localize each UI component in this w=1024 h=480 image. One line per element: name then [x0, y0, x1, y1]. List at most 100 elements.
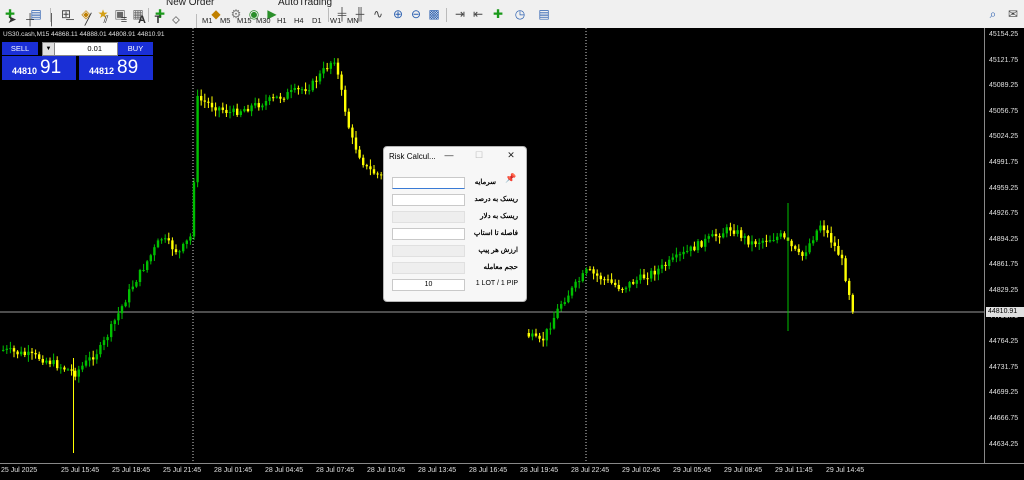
bullish-candle	[99, 344, 102, 355]
price-axis[interactable]: 45154.25 45121.75 45089.25 45056.75 45024.25…	[984, 28, 1024, 463]
bullish-candle	[804, 252, 808, 256]
templates-icon[interactable]: ▤	[536, 6, 552, 22]
vertical-line-icon[interactable]: │	[44, 12, 60, 28]
capital-input[interactable]	[392, 177, 465, 189]
price-tick: 44634.25	[989, 440, 1019, 448]
maximize-icon[interactable]: ☐	[472, 150, 486, 161]
bullish-candle	[9, 348, 12, 350]
label-tool-button[interactable]: T	[150, 12, 166, 28]
bearish-candle	[167, 238, 170, 241]
equidistant-channel-icon[interactable]: ⫽	[98, 12, 114, 28]
price-tick: 44699.25	[989, 389, 1019, 397]
price-tick: 44991.75	[989, 159, 1019, 166]
autoscroll-icon[interactable]: ⇥	[452, 6, 468, 22]
bearish-candle	[837, 245, 840, 255]
pin-icon[interactable]: 📌	[504, 172, 518, 185]
lot-dropdown-icon[interactable]: ▼	[43, 43, 55, 55]
bullish-candle	[639, 274, 642, 281]
timeframe-h1[interactable]: H1	[277, 16, 287, 25]
bullish-candle	[239, 111, 242, 115]
time-axis[interactable]: 25 Jul 2025 25 Jul 15:45 25 Jul 18:45 25 Ju…	[0, 463, 1024, 480]
fibonacci-icon[interactable]: ≡	[116, 12, 132, 28]
bullish-candle	[308, 90, 311, 92]
time-tick: 28 Jul 10:45	[367, 467, 406, 474]
bullish-candle	[275, 96, 278, 98]
search-icon[interactable]: ⌕	[985, 6, 1001, 22]
bullish-candle	[563, 302, 566, 305]
risk-percent-input[interactable]	[392, 194, 465, 206]
bearish-candle	[74, 370, 77, 377]
stop-distance-input[interactable]	[392, 228, 465, 240]
buy-price-button[interactable]: 44812 89	[79, 56, 153, 80]
bearish-candle	[354, 137, 358, 150]
text-tool-button[interactable]: A	[134, 12, 150, 28]
chat-icon[interactable]: ✉	[1005, 6, 1021, 22]
price-tick: 44926.75	[989, 210, 1019, 218]
price-tick: 45056.75	[989, 107, 1019, 115]
crosshair-icon[interactable]: ┼	[22, 12, 38, 28]
periods-icon[interactable]: ◷	[512, 6, 528, 22]
bearish-candle	[592, 269, 595, 274]
bearish-candle	[38, 354, 41, 359]
bearish-candle	[347, 111, 350, 128]
bearish-candle	[714, 234, 718, 237]
time-tick: 29 Jul 02:45	[622, 467, 661, 474]
time-tick: 25 Jul 2025	[1, 467, 38, 474]
tile-windows-icon[interactable]: ▩	[426, 6, 442, 22]
bullish-candle	[131, 286, 134, 290]
trendline-icon[interactable]: ╱	[80, 12, 96, 28]
bearish-candle	[23, 351, 26, 356]
horizontal-line-icon[interactable]: ─	[62, 12, 78, 28]
time-tick: 28 Jul 04:45	[265, 467, 304, 474]
risk-dollar-field	[392, 211, 465, 223]
bullish-candle	[110, 324, 113, 338]
sell-price-button[interactable]: 44810 91	[2, 56, 76, 80]
risk-percent-label: ریسک به درصد	[474, 196, 518, 203]
lot-pip-input[interactable]: 10	[392, 279, 465, 291]
lot-size-field[interactable]: ▼ 0.01	[42, 42, 118, 56]
timeframe-m30[interactable]: M30	[256, 16, 271, 25]
current-price-label: 44810.91	[986, 307, 1024, 317]
indicators-icon[interactable]: ✚	[490, 6, 506, 22]
timeframe-m5[interactable]: M5	[220, 16, 230, 25]
bullish-candle	[243, 108, 246, 112]
buy-button[interactable]: BUY	[118, 42, 153, 55]
lot-pip-value: 10	[424, 281, 433, 288]
timeframe-m1[interactable]: M1	[202, 16, 212, 25]
autotrading-button[interactable]: AutoTrading	[278, 0, 332, 8]
chart-shift-icon[interactable]: ⇤	[470, 6, 486, 22]
bearish-candle	[826, 230, 829, 234]
price-tick: 44894.25	[989, 235, 1019, 243]
zoom-out-icon[interactable]: ⊖	[408, 6, 424, 22]
cursor-icon[interactable]: ➤	[4, 12, 20, 28]
bearish-candle	[653, 270, 656, 275]
bullish-candle	[650, 270, 653, 279]
bearish-candle	[63, 367, 66, 370]
bearish-candle	[700, 241, 703, 247]
lot-pip-label: 1 LOT / 1 PIP	[475, 280, 518, 287]
bearish-candle	[603, 279, 606, 281]
bearish-candle	[614, 282, 617, 285]
timeframe-m15[interactable]: M15	[237, 16, 252, 25]
bearish-candle	[207, 101, 210, 103]
bullish-candle	[27, 351, 30, 356]
line-chart-icon[interactable]: ∿	[370, 6, 386, 22]
bullish-candle	[578, 281, 581, 283]
bullish-candle	[628, 282, 631, 288]
bearish-candle	[236, 108, 239, 115]
sell-button[interactable]: SELL	[2, 42, 38, 55]
timeframe-w1[interactable]: W1	[330, 16, 341, 25]
minimize-icon[interactable]: —	[442, 150, 456, 160]
bullish-candle	[722, 233, 725, 238]
bearish-candle	[642, 274, 646, 279]
bearish-candle	[664, 264, 667, 266]
bullish-candle	[736, 230, 739, 234]
timeframe-h4[interactable]: H4	[294, 16, 304, 25]
time-tick: 25 Jul 21:45	[163, 467, 202, 474]
bullish-candle	[707, 236, 710, 239]
timeframe-mn[interactable]: MN	[347, 16, 359, 25]
shapes-icon[interactable]: ⬦	[168, 12, 184, 28]
close-icon[interactable]: ✕	[504, 150, 518, 161]
zoom-in-icon[interactable]: ⊕	[390, 6, 406, 22]
timeframe-d1[interactable]: D1	[312, 16, 322, 25]
